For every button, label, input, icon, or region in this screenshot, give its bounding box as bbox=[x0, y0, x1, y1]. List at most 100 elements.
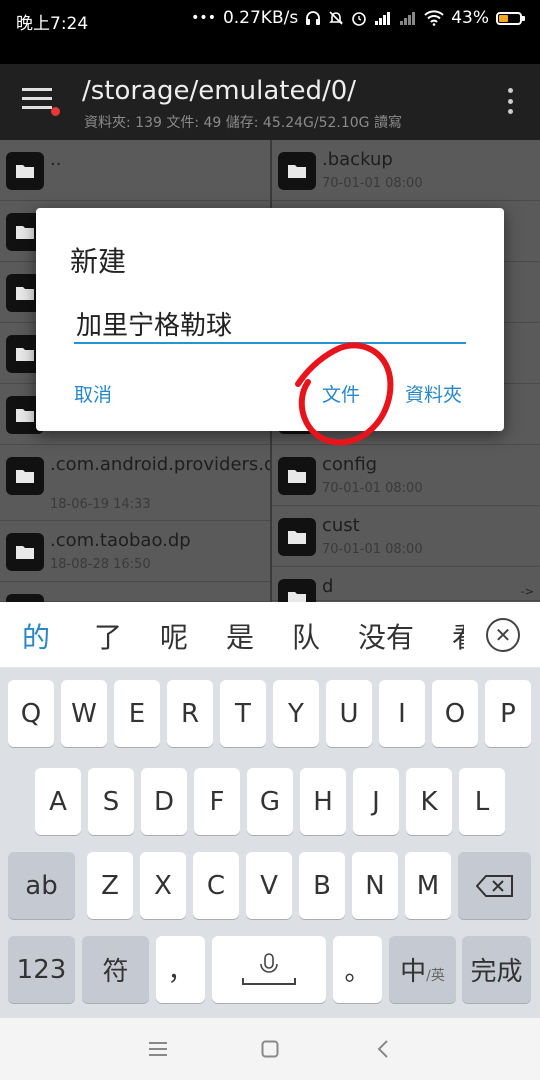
microphone-icon bbox=[242, 952, 296, 985]
battery-fill bbox=[499, 14, 508, 22]
period-key[interactable]: 。 bbox=[333, 936, 382, 1003]
key-y[interactable]: Y bbox=[273, 680, 319, 747]
key-q[interactable]: Q bbox=[8, 680, 54, 747]
candidate-word[interactable]: 的 bbox=[22, 616, 50, 656]
language-sub-label: /英 bbox=[426, 967, 445, 984]
file-name: .com.android.providers.downloads.ui bbox=[50, 454, 270, 475]
key-x[interactable]: X bbox=[140, 852, 186, 919]
signal-icon-2 bbox=[399, 11, 417, 25]
file-date: 18-06-19 14:33 bbox=[50, 497, 151, 512]
key-m[interactable]: M bbox=[405, 852, 451, 919]
key-u[interactable]: U bbox=[326, 680, 372, 747]
key-k[interactable]: K bbox=[406, 768, 452, 835]
language-switch-key[interactable]: 中/英 bbox=[389, 936, 456, 1003]
candidate-word[interactable]: 看 bbox=[452, 616, 464, 656]
key-r[interactable]: R bbox=[167, 680, 213, 747]
cancel-button[interactable]: 取消 bbox=[74, 380, 112, 407]
key-z[interactable]: Z bbox=[87, 852, 133, 919]
space-key[interactable] bbox=[212, 936, 326, 1003]
file-row[interactable]: .com.taobao.dp 18-08-28 16:50 bbox=[0, 521, 270, 582]
wifi-icon bbox=[424, 10, 444, 26]
new-file-button[interactable]: 文件 bbox=[322, 380, 360, 407]
close-candidates-icon[interactable]: ✕ bbox=[486, 618, 520, 652]
key-w[interactable]: W bbox=[61, 680, 107, 747]
symbols-key[interactable]: 符 bbox=[82, 936, 149, 1003]
folder-icon bbox=[278, 579, 316, 602]
file-name: cust bbox=[322, 515, 360, 536]
key-l[interactable]: L bbox=[459, 768, 505, 835]
key-f[interactable]: F bbox=[194, 768, 240, 835]
file-name: config bbox=[322, 454, 378, 475]
key-t[interactable]: T bbox=[220, 680, 266, 747]
folder-icon bbox=[6, 152, 44, 190]
candidate-word[interactable]: 了 bbox=[94, 616, 122, 656]
candidate-word[interactable]: 没有 bbox=[358, 616, 414, 656]
new-folder-button[interactable]: 資料夾 bbox=[405, 380, 462, 407]
menu-nav-icon[interactable] bbox=[143, 1034, 173, 1064]
status-time: 晚上7:24 bbox=[16, 14, 89, 34]
numbers-key[interactable]: 123 bbox=[8, 936, 75, 1003]
key-h[interactable]: H bbox=[300, 768, 346, 835]
backspace-key[interactable] bbox=[458, 852, 531, 919]
comma-key[interactable]: ， bbox=[156, 936, 205, 1003]
language-label: 中 bbox=[400, 957, 427, 987]
file-name: d bbox=[322, 576, 334, 597]
signal-icon bbox=[374, 11, 392, 25]
file-row[interactable]: config 70-01-01 08:00 bbox=[272, 445, 540, 506]
file-row[interactable] bbox=[0, 582, 270, 602]
key-b[interactable]: B bbox=[299, 852, 345, 919]
file-row[interactable]: .. bbox=[0, 140, 270, 201]
battery-icon bbox=[496, 11, 525, 25]
candidate-bar: ✕ 的 了呢是队没有看 bbox=[0, 602, 540, 668]
name-input[interactable] bbox=[74, 304, 466, 344]
home-nav-icon[interactable] bbox=[255, 1034, 285, 1064]
candidate-word[interactable]: 呢 bbox=[160, 616, 188, 656]
file-row[interactable]: .com.android.providers.downloads.ui 18-06… bbox=[0, 445, 270, 521]
key-s[interactable]: S bbox=[88, 768, 134, 835]
current-path[interactable]: /storage/emulated/0/ bbox=[82, 76, 356, 106]
back-nav-icon[interactable] bbox=[368, 1034, 398, 1064]
file-date: 70-01-01 08:00 bbox=[322, 176, 423, 191]
alarm-icon bbox=[351, 10, 367, 26]
key-p[interactable]: P bbox=[485, 680, 531, 747]
status-icons: ••• 0.27KB/s 43% bbox=[191, 8, 525, 28]
key-o[interactable]: O bbox=[432, 680, 478, 747]
candidate-word[interactable]: 是 bbox=[226, 616, 254, 656]
file-row[interactable]: .backup 70-01-01 08:00 bbox=[272, 140, 540, 201]
key-g[interactable]: G bbox=[247, 768, 293, 835]
key-i[interactable]: I bbox=[379, 680, 425, 747]
navigation-bar bbox=[0, 1018, 540, 1080]
key-d[interactable]: D bbox=[141, 768, 187, 835]
key-n[interactable]: N bbox=[352, 852, 398, 919]
file-date: 18-08-28 16:50 bbox=[50, 557, 151, 572]
key-a[interactable]: A bbox=[35, 768, 81, 835]
file-row[interactable]: cust 70-01-01 08:00 bbox=[272, 506, 540, 567]
overflow-menu-icon[interactable] bbox=[508, 88, 514, 114]
notification-dot-icon bbox=[51, 107, 60, 116]
net-speed: 0.27KB/s bbox=[222, 8, 299, 28]
app-bar: /storage/emulated/0/ 資料夾: 139 文件: 49 儲存:… bbox=[0, 64, 540, 140]
file-date: 70-01-01 08:00 bbox=[322, 542, 423, 557]
status-bar: 晚上7:24 ••• 0.27KB/s 43% bbox=[0, 0, 540, 38]
case-toggle-key[interactable]: ab bbox=[8, 852, 75, 919]
folder-icon bbox=[6, 594, 44, 602]
folder-icon bbox=[278, 457, 316, 495]
mute-icon bbox=[328, 10, 344, 26]
menu-icon[interactable] bbox=[22, 88, 60, 116]
soft-keyboard: Q W E R T Y U I O P A S D F G H J K Lab Z X C V B N M 123 符， 。中/英 完成 bbox=[0, 668, 540, 1018]
key-j[interactable]: J bbox=[353, 768, 399, 835]
notification-dots: ••• bbox=[191, 10, 216, 26]
file-row[interactable]: d -> bbox=[272, 567, 540, 602]
folder-icon bbox=[278, 152, 316, 190]
key-v[interactable]: V bbox=[246, 852, 292, 919]
backspace-icon bbox=[475, 874, 513, 897]
file-date: 70-01-01 08:00 bbox=[322, 481, 423, 496]
key-e[interactable]: E bbox=[114, 680, 160, 747]
key-c[interactable]: C bbox=[193, 852, 239, 919]
candidate-word[interactable]: 队 bbox=[292, 616, 320, 656]
headphones-icon bbox=[305, 10, 321, 26]
folder-icon bbox=[6, 457, 44, 495]
done-key[interactable]: 完成 bbox=[462, 936, 531, 1003]
new-item-dialog: 新建 取消 文件 資料夾 bbox=[36, 208, 504, 431]
file-name: .. bbox=[50, 149, 62, 170]
